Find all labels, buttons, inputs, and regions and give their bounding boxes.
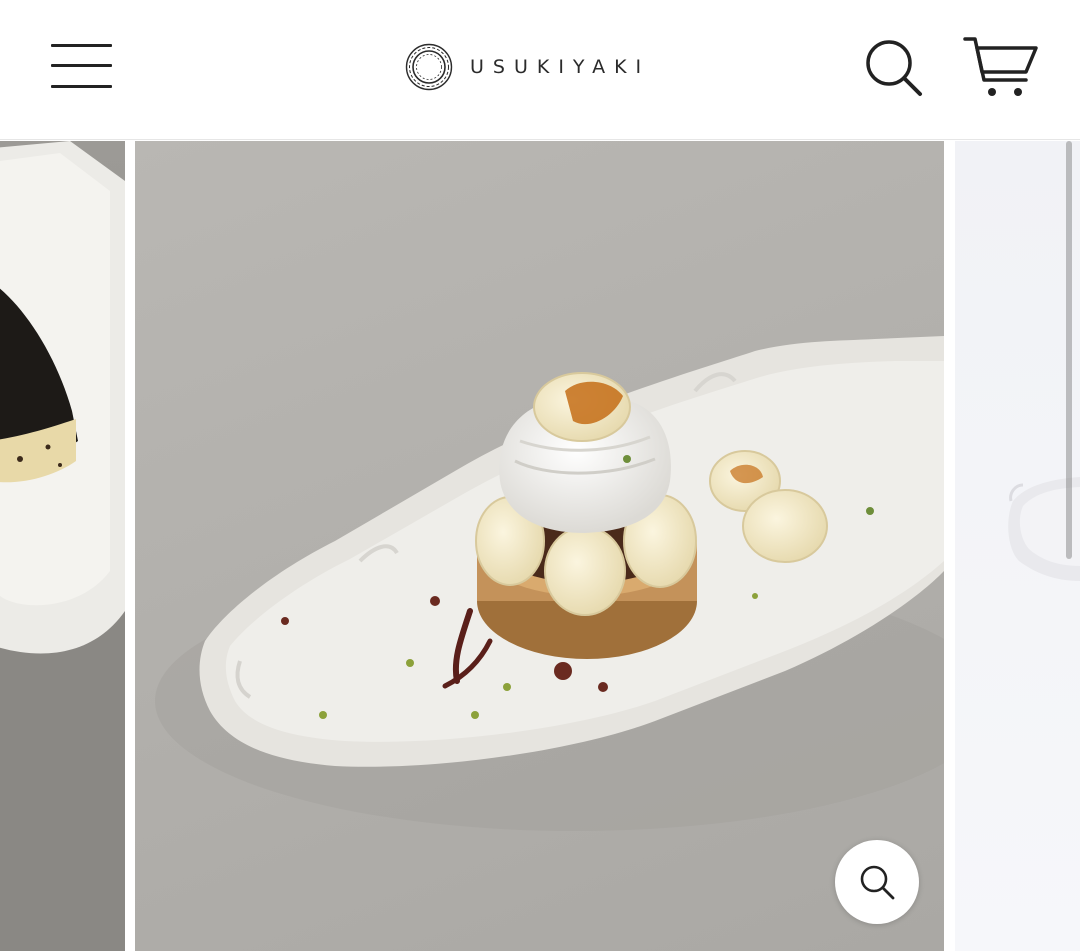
cart-button[interactable]: [962, 34, 1040, 100]
brand-logo[interactable]: USUKIYAKI: [404, 40, 650, 94]
zoom-icon: [860, 865, 895, 900]
product-photo-plate: [1008, 477, 1080, 581]
scrollbar-thumb[interactable]: [1066, 141, 1072, 559]
gallery-slide-next[interactable]: [955, 141, 1080, 951]
shopping-cart-icon: [963, 37, 1038, 96]
hamburger-menu-icon[interactable]: [46, 38, 118, 94]
logo-emblem-icon: [405, 43, 453, 91]
site-header: USUKIYAKI: [0, 0, 1080, 140]
zoom-button[interactable]: [835, 840, 919, 924]
menu-line: [51, 85, 112, 88]
menu-line: [51, 44, 112, 47]
product-photo-banana-tart: [155, 336, 944, 831]
product-photo-cake: [0, 141, 125, 951]
logo-wordmark: USUKIYAKI: [470, 56, 651, 78]
page-scrollbar[interactable]: [1064, 141, 1074, 561]
menu-line: [51, 64, 112, 67]
product-image-gallery: [0, 141, 1080, 951]
search-icon: [866, 40, 922, 96]
search-button[interactable]: [862, 36, 926, 100]
gallery-slide-previous[interactable]: [0, 141, 125, 951]
gallery-slide-current[interactable]: [135, 141, 944, 951]
